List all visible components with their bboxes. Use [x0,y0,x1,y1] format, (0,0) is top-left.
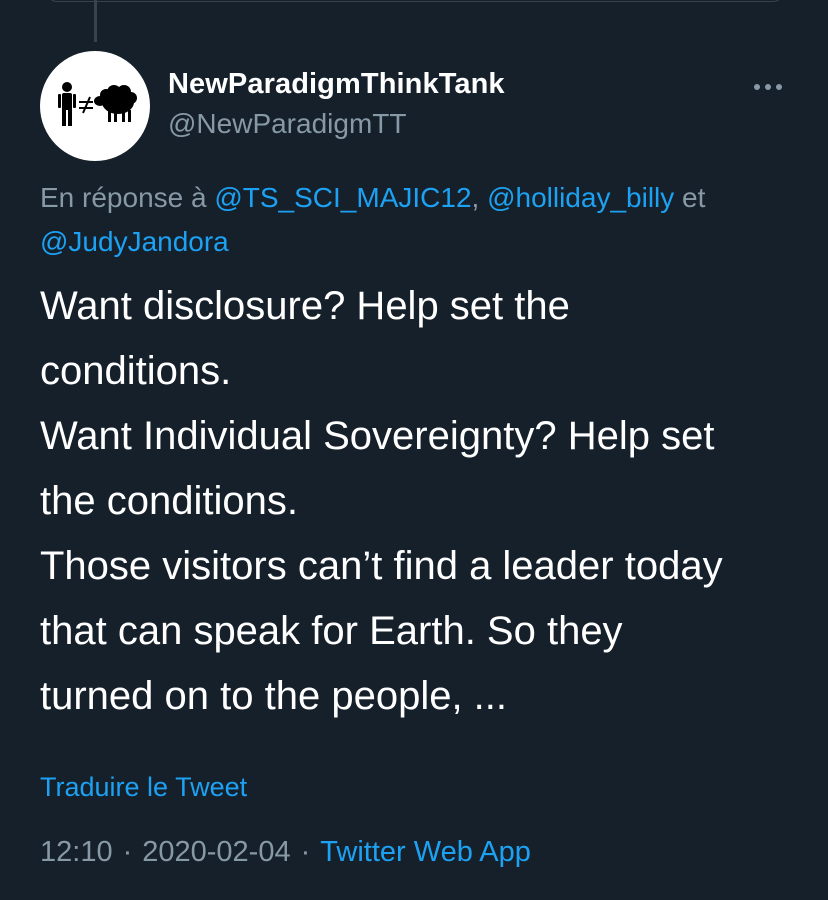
author-display-name[interactable]: NewParadigmThinkTank [168,68,505,101]
tweet-text-line: conditions. [40,349,232,393]
reply-separator: et [674,182,706,213]
person-not-equal-sheep-icon [58,82,137,126]
reply-prefix: En réponse à [40,182,215,213]
avatar[interactable] [40,51,150,161]
thread-connector-line [94,0,97,42]
reply-separator: , [471,182,488,213]
mention-link[interactable]: @TS_SCI_MAJIC12 [214,182,471,213]
tweet-text-line: turned on to the people, ... [40,674,508,718]
meta-separator: · [122,836,133,868]
tweet-text-line: that can speak for Earth. So they [40,609,623,653]
tweet-text-line: Want disclosure? Help set the [40,284,570,328]
tweet-time[interactable]: 12:10 [40,836,113,868]
tweet-text-line: the conditions. [40,479,298,523]
more-horizontal-icon [754,84,782,90]
tweet-text-line: Want Individual Sovereignty? Help set [40,414,715,458]
tweet-text-line: Those visitors can’t find a leader today [40,544,723,588]
more-options-button[interactable] [748,72,788,102]
tweet-text: Want disclosure? Help set the conditions… [40,274,810,729]
mention-link[interactable]: @holliday_billy [487,182,674,213]
author-handle[interactable]: @NewParadigmTT [168,108,406,140]
tweet-source-link[interactable]: Twitter Web App [320,836,531,868]
tweet-metadata: 12:10 · 2020-02-04 · Twitter Web App [40,836,531,869]
tweet-date[interactable]: 2020-02-04 [142,836,290,868]
reply-context: En réponse à @TS_SCI_MAJIC12, @holliday_… [40,176,800,264]
translate-tweet-link[interactable]: Traduire le Tweet [40,772,247,803]
mention-link[interactable]: @JudyJandora [40,226,229,257]
previous-tweet-card-edge [46,0,784,2]
meta-separator: · [300,836,311,868]
